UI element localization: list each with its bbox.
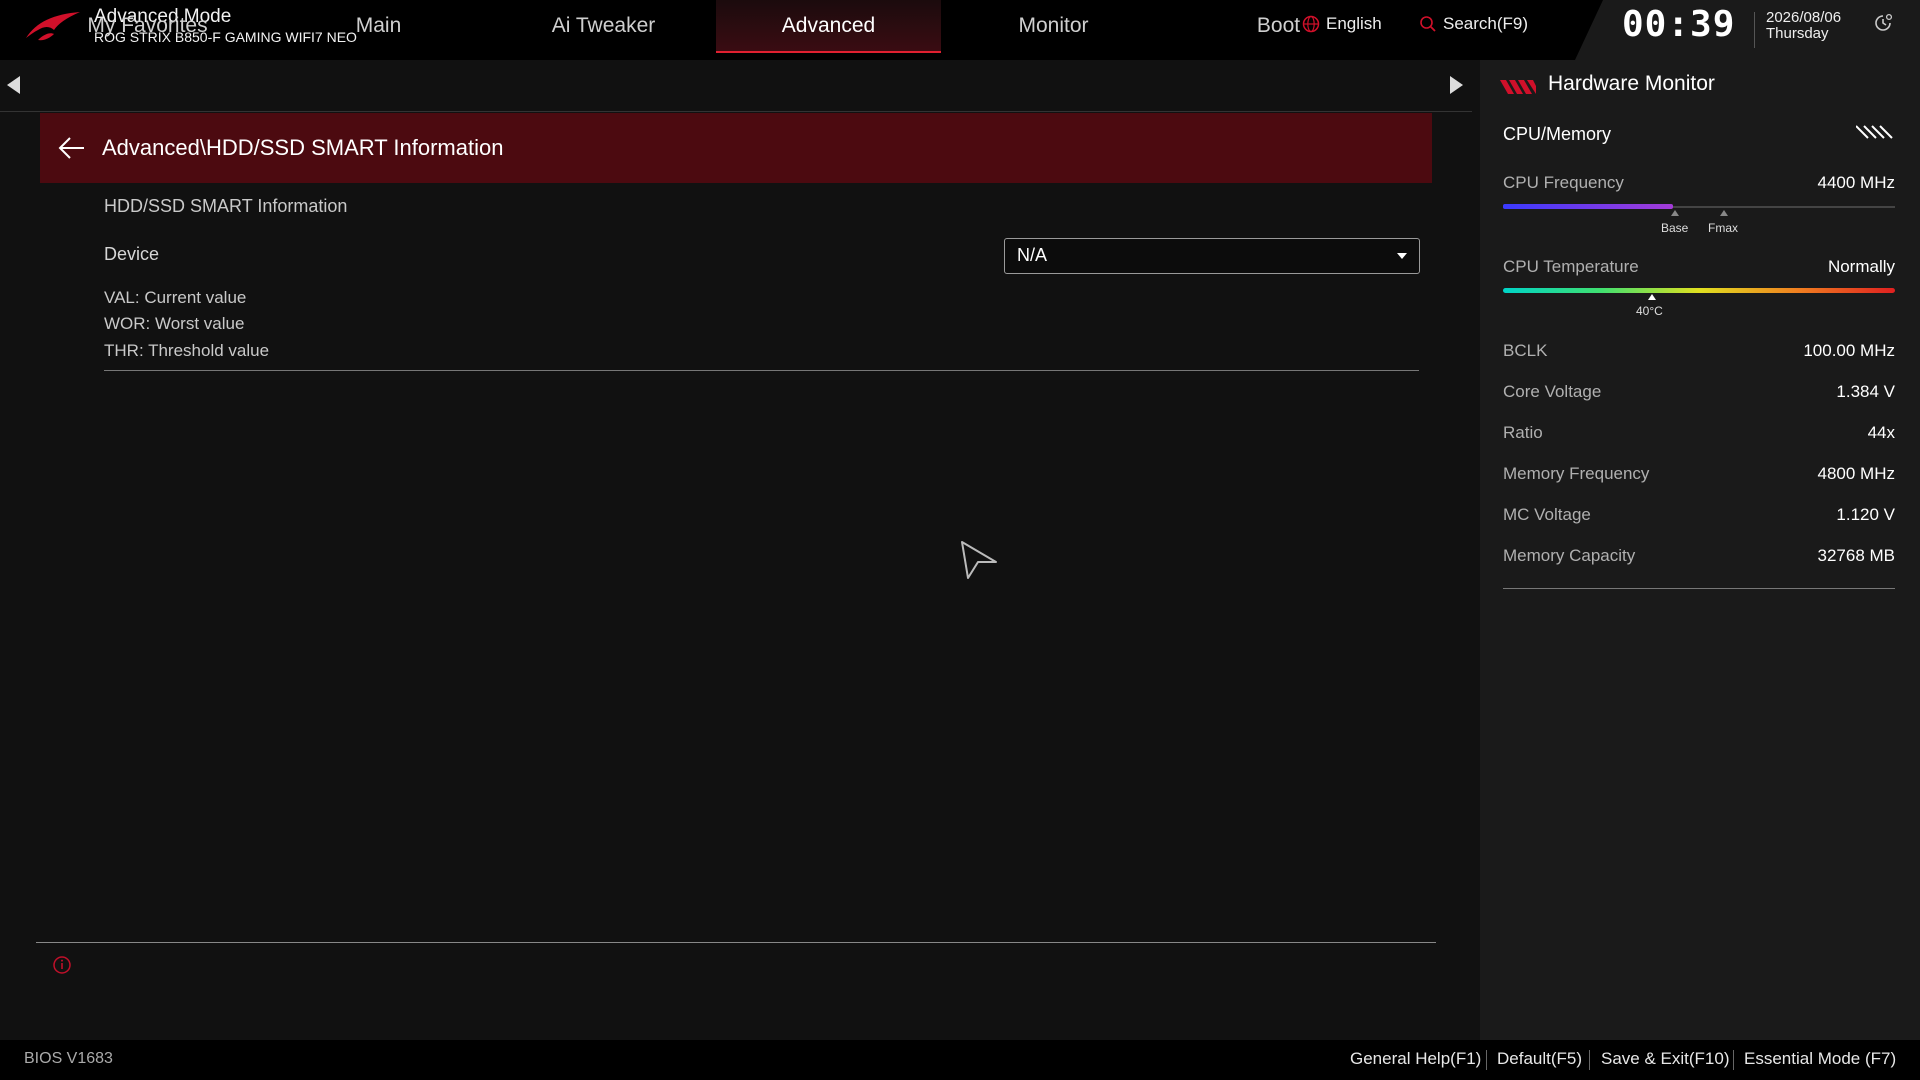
base-label: Base (1661, 221, 1689, 235)
info-icon (53, 956, 71, 974)
footer-divider (1733, 1050, 1734, 1070)
hw-row-label: Memory Frequency (1503, 464, 1650, 483)
hw-monitor-divider (1503, 588, 1895, 589)
hw-row-value: 1.384 V (1836, 382, 1895, 401)
device-select-value: N/A (1017, 245, 1048, 265)
breadcrumb-path: Advanced\HDD/SSD SMART Information (102, 135, 504, 160)
cpu-frequency-value: 4400 MHz (1817, 173, 1895, 192)
tab-boot[interactable]: Boot (1166, 0, 1391, 51)
tab-monitor[interactable]: Monitor (941, 0, 1166, 51)
tab-my-favorites[interactable]: My Favorites (35, 0, 260, 51)
date-display: 2026/08/06 Thursday (1766, 10, 1841, 42)
legend-thr: THR: Threshold value (104, 341, 270, 360)
clock-time: 00:39 (1622, 4, 1736, 45)
search-label: Search(F9) (1443, 14, 1529, 33)
fmax-marker-icon (1720, 210, 1728, 216)
hw-row-memory-frequency: Memory Frequency 4800 MHz (1503, 464, 1895, 484)
cpu-temperature-value: Normally (1827, 257, 1895, 276)
section-stripes-icon (1856, 125, 1893, 139)
hw-row-label: BCLK (1503, 341, 1548, 360)
device-select[interactable]: N/A (1004, 238, 1420, 274)
hw-row-mc-voltage: MC Voltage 1.120 V (1503, 505, 1895, 525)
cpu-temperature-label: CPU Temperature (1503, 257, 1639, 276)
hw-row-label: MC Voltage (1503, 505, 1591, 524)
help-divider (36, 942, 1436, 943)
general-help-button[interactable]: General Help(F1) (1350, 1049, 1481, 1069)
hardware-monitor-icon (1500, 80, 1536, 94)
fmax-label: Fmax (1708, 221, 1738, 235)
temperature-marker-label: 40°C (1636, 304, 1663, 318)
date-text: 2026/08/06 (1766, 9, 1842, 26)
tab-ai-tweaker[interactable]: Ai Tweaker (491, 0, 716, 51)
tab-main[interactable]: Main (266, 0, 491, 51)
default-button[interactable]: Default(F5) (1497, 1049, 1582, 1069)
hw-row-value: 44x (1867, 423, 1895, 442)
weekday-text: Thursday (1766, 25, 1829, 42)
cpu-memory-heading: CPU/Memory (1503, 124, 1612, 144)
cpu-temperature-bar (1503, 288, 1895, 293)
content-divider (104, 370, 1419, 371)
hw-row-value: 32768 MB (1817, 546, 1896, 565)
tab-scroll-left-arrow-icon[interactable] (7, 76, 20, 94)
tab-advanced[interactable]: Advanced (716, 0, 941, 53)
hw-row-value: 1.120 V (1836, 505, 1895, 524)
legend-wor: WOR: Worst value (104, 314, 245, 333)
hw-row-ratio: Ratio 44x (1503, 423, 1895, 443)
cpu-frequency-row: CPU Frequency 4400 MHz (1503, 173, 1895, 193)
breadcrumb: Advanced\HDD/SSD SMART Information (40, 113, 1432, 183)
search-button[interactable]: Search(F9) (1419, 14, 1528, 34)
hw-row-label: Ratio (1503, 423, 1543, 442)
save-exit-button[interactable]: Save & Exit(F10) (1601, 1049, 1730, 1069)
legend-val: VAL: Current value (104, 288, 247, 307)
device-label: Device (104, 244, 160, 264)
clock-settings-icon[interactable] (1872, 12, 1894, 34)
back-arrow-icon[interactable] (56, 132, 88, 164)
essential-mode-button[interactable]: Essential Mode (F7) (1744, 1049, 1896, 1069)
cpu-frequency-bar (1503, 204, 1673, 209)
cpu-frequency-label: CPU Frequency (1503, 173, 1624, 192)
base-marker-icon (1671, 210, 1679, 216)
temperature-marker-icon (1648, 294, 1656, 300)
hw-row-memory-capacity: Memory Capacity 32768 MB (1503, 546, 1895, 566)
section-title: HDD/SSD SMART Information (104, 196, 348, 216)
chevron-down-icon (1397, 253, 1407, 259)
hw-row-label: Core Voltage (1503, 382, 1602, 401)
cpu-temperature-row: CPU Temperature Normally (1503, 257, 1895, 277)
hw-row-value: 4800 MHz (1817, 464, 1895, 483)
mouse-cursor-icon (961, 541, 997, 579)
clock-divider (1754, 12, 1755, 48)
footer-divider (1486, 1050, 1487, 1070)
hw-row-bclk: BCLK 100.00 MHz (1503, 341, 1895, 361)
hw-row-label: Memory Capacity (1503, 546, 1636, 565)
footer-divider (1589, 1050, 1590, 1070)
search-icon (1420, 16, 1436, 32)
hw-row-value: 100.00 MHz (1803, 341, 1895, 360)
bios-version: BIOS V1683 (24, 1050, 113, 1067)
main-tabs (0, 60, 1472, 112)
tab-scroll-right-arrow-icon[interactable] (1450, 76, 1463, 94)
hardware-monitor-title: Hardware Monitor (1548, 72, 1715, 95)
hw-row-core-voltage: Core Voltage 1.384 V (1503, 382, 1895, 402)
